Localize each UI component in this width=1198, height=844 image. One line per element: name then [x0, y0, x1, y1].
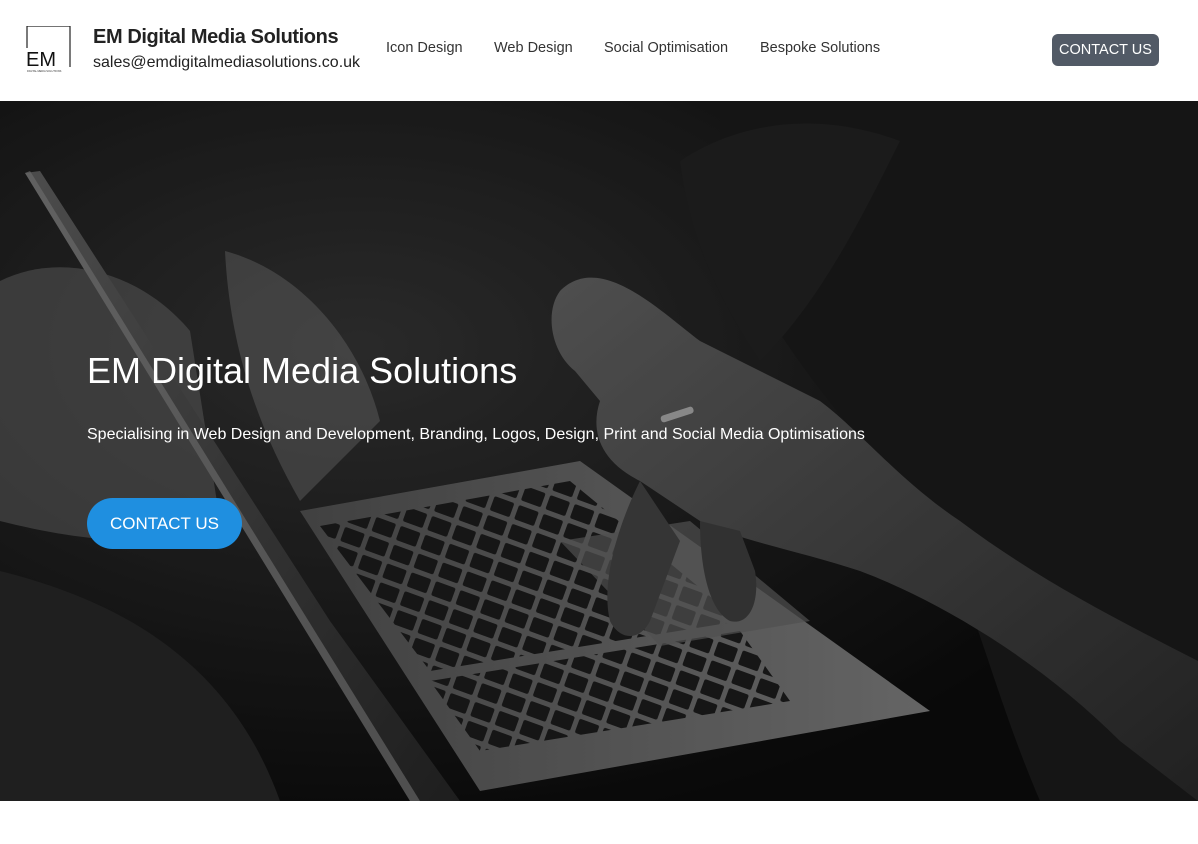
nav-item-bespoke-solutions[interactable]: Bespoke Solutions: [760, 40, 880, 56]
hero-section: EM Digital Media Solutions Specialising …: [0, 101, 1198, 801]
nav-item-web-design[interactable]: Web Design: [494, 40, 573, 56]
hero-overlay: [0, 101, 1198, 801]
header-contact-button[interactable]: CONTACT US: [1052, 34, 1159, 66]
site-header: EM DIGITAL MEDIA SOLUTIONS EM Digital Me…: [0, 0, 1198, 101]
brand-name[interactable]: EM Digital Media Solutions: [93, 25, 360, 49]
hero-subtitle: Specialising in Web Design and Developme…: [87, 426, 865, 443]
nav-item-icon-design[interactable]: Icon Design: [386, 40, 463, 56]
logo-text: EM: [26, 49, 56, 71]
nav-item-social-optimisation[interactable]: Social Optimisation: [604, 40, 728, 56]
hero-title: EM Digital Media Solutions: [87, 350, 518, 391]
hero-contact-button[interactable]: CONTACT US: [87, 498, 242, 549]
brand-email[interactable]: sales@emdigitalmediasolutions.co.uk: [93, 52, 360, 74]
em-logo[interactable]: EM DIGITAL MEDIA SOLUTIONS: [26, 26, 71, 73]
brand-block: EM Digital Media Solutions sales@emdigit…: [93, 25, 360, 74]
logo-subtext: DIGITAL MEDIA SOLUTIONS: [27, 69, 62, 73]
